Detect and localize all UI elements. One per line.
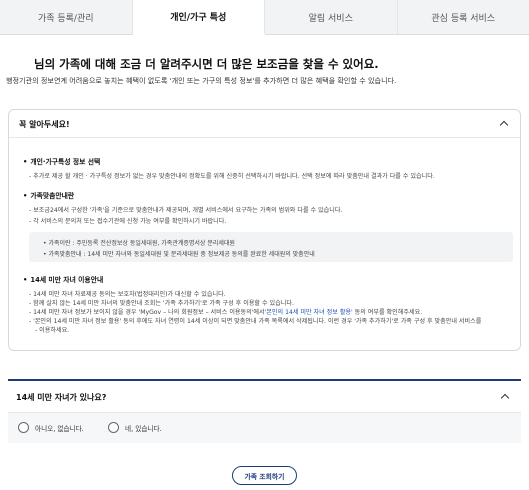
question-options: 아니오, 없습니다. 네, 있습니다. [8, 413, 521, 443]
list-item: '본인의 14세 미만 자녀 정보 활용' 동의 후에도 자녀 연령이 14세 … [29, 316, 481, 325]
tab-personal-household[interactable]: 개인/가구 특성 [132, 0, 265, 35]
chevron-up-icon[interactable] [499, 120, 509, 130]
notice-header[interactable]: 꼭 알아두세요! [9, 110, 520, 138]
list-item: 14세 미만 자녀 자료제공 동의는 보호자(법정대리인)가 대신할 수 있습니… [29, 289, 226, 298]
list-item-continuation: 이용하세요. [35, 325, 69, 334]
list-item: 함께 살지 않는 14세 미만 자녀의 맞춤안내 조회는 '가족 추가하기'로 … [29, 298, 294, 307]
section-title-under14: 14세 미만 자녀 이용안내 [23, 274, 103, 284]
page-headline: 님의 가족에 대해 조금 더 알려주시면 더 많은 보조금을 찾을 수 있어요. [34, 57, 379, 71]
question-header[interactable]: 14세 미만 자녀가 있나요? [8, 381, 521, 413]
list-item: 추가로 제공 할 개인 · 가구특성 정보가 없는 경우 맞춤안내의 정확도를 … [29, 171, 435, 180]
definition-item: 가족맞춤안내 : 14세 미만 자녀와 동일세대원 및 분리세대원 중 정보제공… [43, 249, 314, 258]
definition-item: 가족이란 : 주민등록 전산정보상 동일세대원, 가족관계증명서상 분리세대원 [43, 238, 235, 247]
question-title: 14세 미만 자녀가 있나요? [16, 393, 107, 402]
radio-circle-icon[interactable] [18, 422, 29, 433]
chevron-up-icon[interactable] [500, 393, 510, 403]
family-lookup-button[interactable]: 가족 조회하기 [232, 466, 297, 485]
tab-notification-service[interactable]: 알림 서비스 [265, 0, 398, 34]
list-item-text: 14세 미만 자녀 정보가 보이지 않을 경우 'MyGov – 나의 회원정보… [33, 309, 265, 316]
list-item-text: 동의 여부를 확인해주세요. [352, 309, 423, 316]
list-item: 각 서비스의 문의처 또는 접수기관에 신청 가능 여부를 확인하시기 바랍니다… [29, 216, 226, 225]
section-title-family-custom: 가족맞춤안내란 [23, 190, 74, 200]
question-panel: 14세 미만 자녀가 있나요? 아니오, 없습니다. 네, 있습니다. [8, 379, 521, 443]
notice-panel: 꼭 알아두세요! 개인·가구특성 정보 선택 추가로 제공 할 개인 · 가구특… [8, 109, 521, 351]
tab-bar: 가족 등록/관리 개인/가구 특성 알림 서비스 관심 등록 서비스 [0, 0, 529, 35]
radio-no-label[interactable]: 아니오, 없습니다. [35, 423, 84, 433]
section-title-selection: 개인·가구특성 정보 선택 [23, 156, 100, 166]
list-item: 14세 미만 자녀 정보가 보이지 않을 경우 'MyGov – 나의 회원정보… [29, 307, 422, 316]
radio-yes-label[interactable]: 네, 있습니다. [125, 423, 162, 433]
radio-circle-icon[interactable] [108, 422, 119, 433]
tab-family-management[interactable]: 가족 등록/관리 [0, 0, 133, 34]
radio-yes[interactable]: 네, 있습니다. [108, 422, 162, 433]
list-item: 보조금24에서 구성한 '가족'을 기준으로 맞춤안내가 제공되며, 개별 서비… [29, 205, 342, 214]
notice-title: 꼭 알아두세요! [19, 120, 70, 129]
consent-link[interactable]: '본인의 14세 미만 자녀 정보 활용' [265, 309, 353, 316]
page-subline: 행정기관의 정보연계 어려움으로 놓치는 혜택이 없도록 '개인 또는 가구의 … [6, 76, 397, 85]
definition-box: 가족이란 : 주민등록 전산정보상 동일세대원, 가족관계증명서상 분리세대원 … [29, 232, 513, 262]
tab-interest-registration[interactable]: 관심 등록 서비스 [398, 0, 529, 34]
radio-no[interactable]: 아니오, 없습니다. [18, 422, 84, 433]
